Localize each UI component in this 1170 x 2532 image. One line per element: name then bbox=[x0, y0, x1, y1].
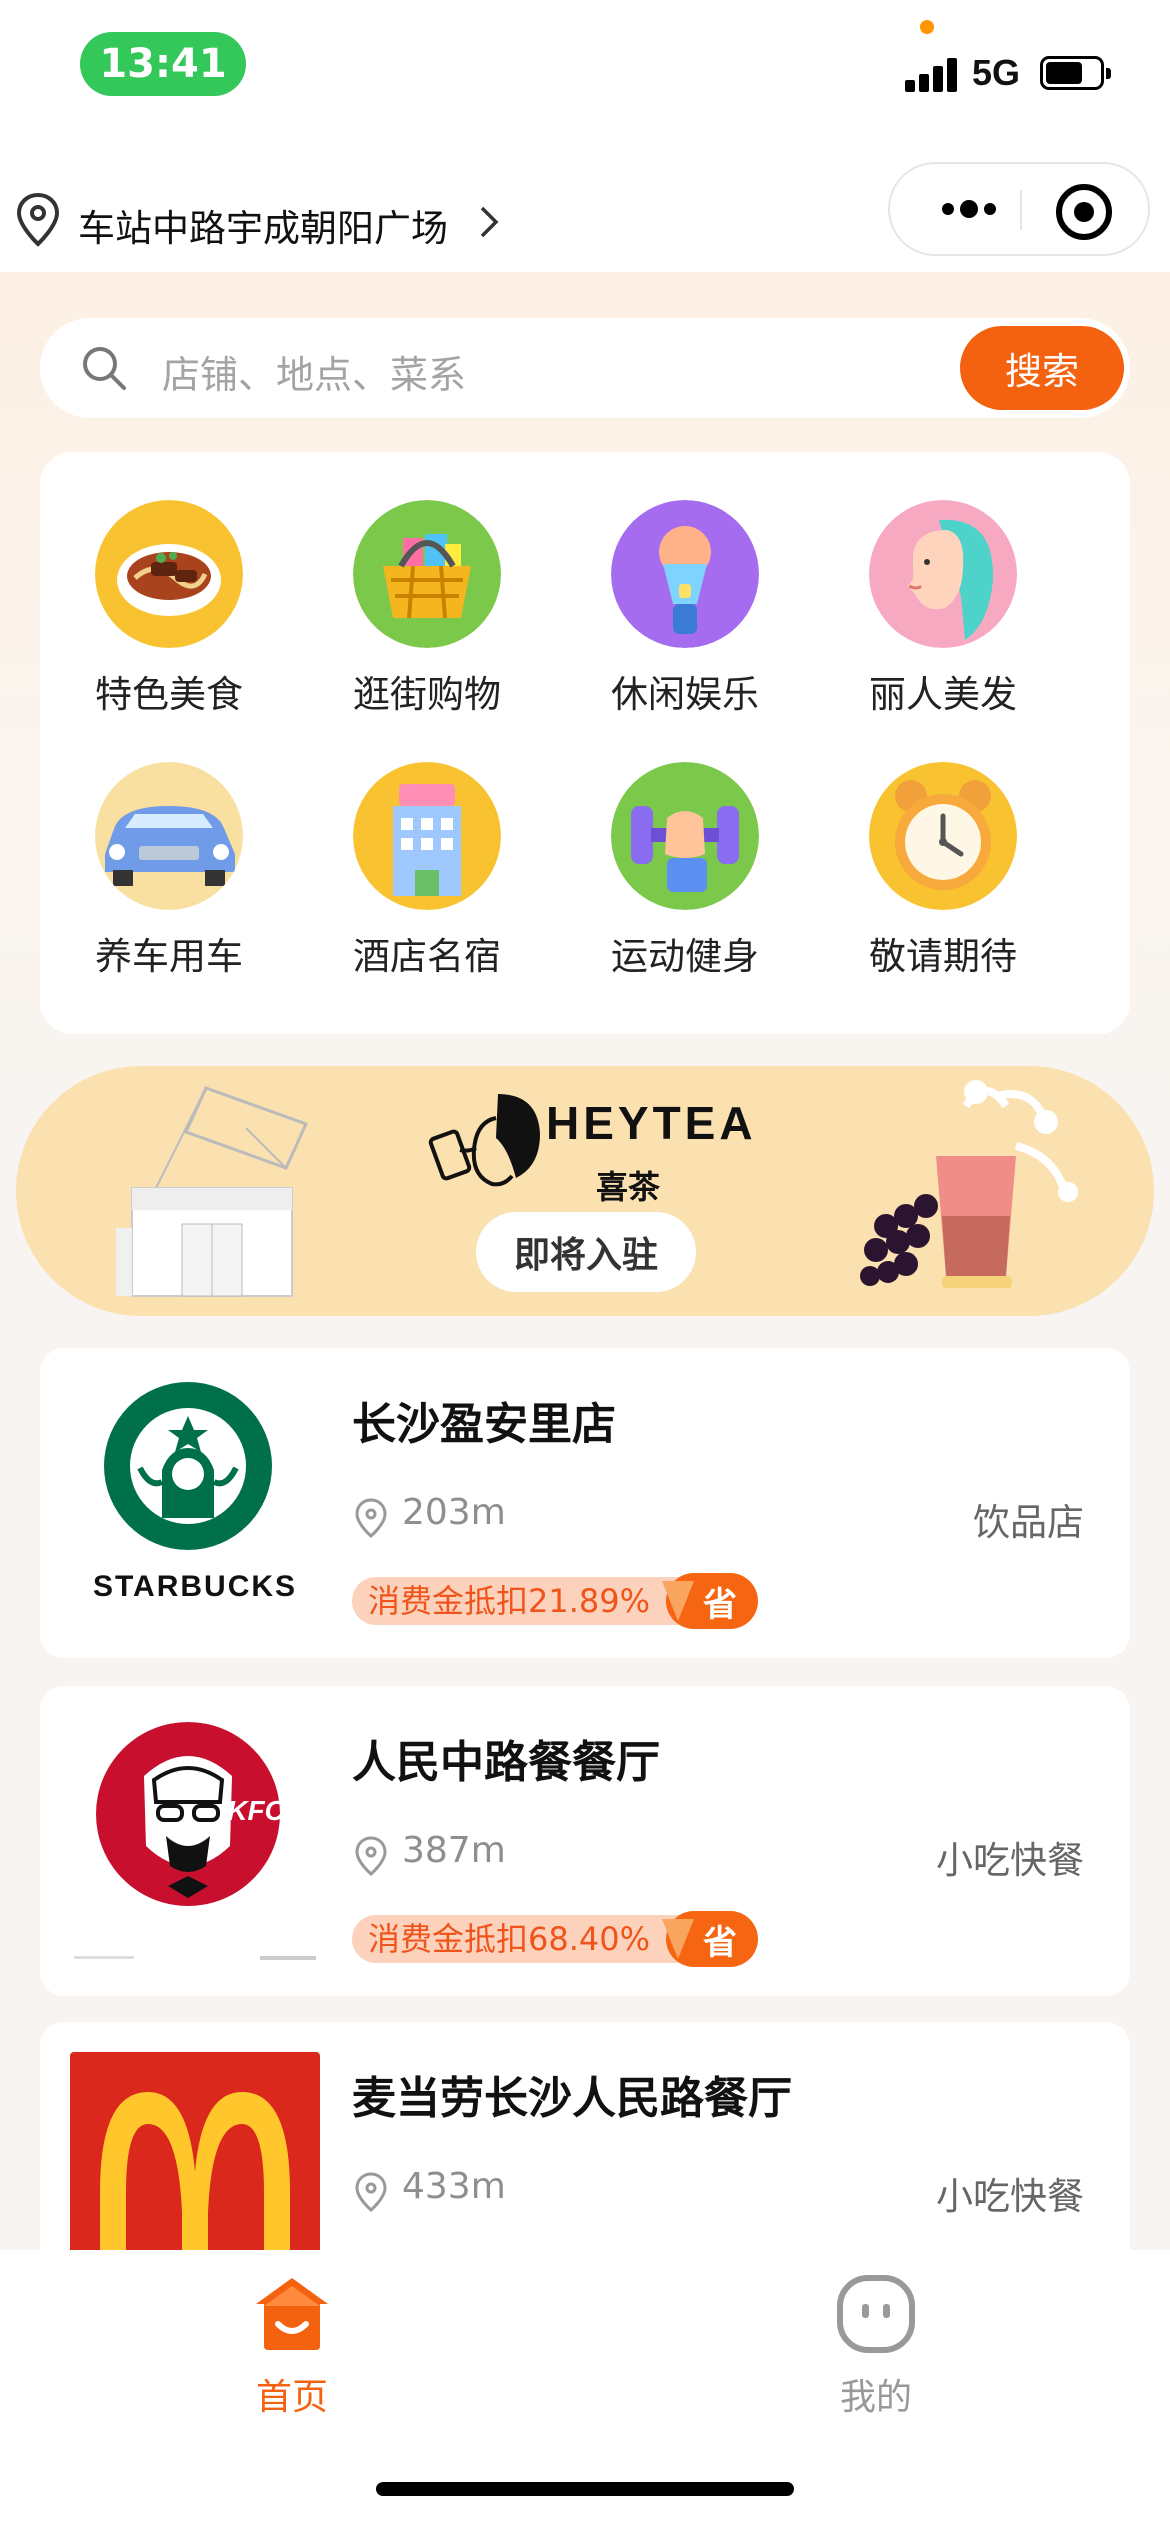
category-label: 特色美食 bbox=[95, 673, 243, 716]
search-input[interactable]: 店铺、地点、菜系 bbox=[162, 344, 466, 399]
store-category: 小吃快餐 bbox=[936, 2175, 1084, 2218]
store-card[interactable]: KFC 人民中路餐餐厅 387m 小吃快餐 消费金抵扣68.40% 省 bbox=[40, 1686, 1130, 1996]
category-entertainment[interactable]: 休闲娱乐 bbox=[556, 500, 814, 740]
starbucks-logo: STARBUCKS bbox=[93, 1382, 297, 1603]
woman-hair-icon bbox=[869, 500, 1017, 648]
category-grid: 特色美食 逛街购物 休闲娱乐 丽人美发 养车用车 酒店名宿 运动健身 敬请期待 bbox=[40, 452, 1130, 1034]
category-beauty[interactable]: 丽人美发 bbox=[814, 500, 1072, 740]
store-category: 饮品店 bbox=[973, 1501, 1084, 1544]
pin-icon bbox=[355, 1498, 387, 1538]
tab-label: 我的 bbox=[839, 2377, 912, 2418]
store-distance: 387m bbox=[402, 1830, 506, 1871]
tab-bar: 首页 我的 bbox=[0, 2250, 1170, 2532]
search-icon bbox=[83, 347, 126, 390]
pin-icon bbox=[355, 2172, 387, 2212]
heytea-cn-name: 喜茶 bbox=[596, 1168, 661, 1206]
status-time: 13:41 bbox=[80, 32, 246, 96]
coming-soon-pill: 即将入驻 bbox=[476, 1212, 696, 1292]
noodle-bowl-icon bbox=[95, 500, 243, 648]
tab-profile[interactable]: 我的 bbox=[776, 2274, 976, 2424]
category-label: 运动健身 bbox=[611, 935, 759, 978]
dumbbell-icon bbox=[611, 762, 759, 910]
category-label: 休闲娱乐 bbox=[611, 673, 759, 716]
save-badge: 省 bbox=[662, 1573, 759, 1629]
alarm-clock-icon bbox=[869, 762, 1017, 910]
close-target-icon[interactable] bbox=[1056, 184, 1112, 240]
tab-label: 首页 bbox=[255, 2377, 328, 2418]
store-card[interactable]: 麦当劳长沙人民路餐厅 433m 小吃快餐 bbox=[40, 2022, 1130, 2250]
chevron-right-icon[interactable] bbox=[474, 202, 504, 242]
category-label: 丽人美发 bbox=[869, 673, 1017, 716]
microphone-icon bbox=[611, 500, 759, 648]
search-bar[interactable]: 店铺、地点、菜系 搜索 bbox=[40, 318, 1130, 418]
heytea-logo-icon bbox=[428, 1094, 540, 1187]
drink-illustration bbox=[860, 1080, 1078, 1288]
status-bar: 13:41 5G bbox=[0, 0, 1170, 140]
store-name: 麦当劳长沙人民路餐厅 bbox=[352, 2073, 792, 2124]
category-fitness[interactable]: 运动健身 bbox=[556, 762, 814, 1002]
starbucks-wordmark: STARBUCKS bbox=[93, 1570, 297, 1603]
coupon-text: 消费金抵扣68.40% bbox=[352, 1915, 687, 1963]
capsule-divider bbox=[1020, 190, 1022, 230]
main-content: 店铺、地点、菜系 搜索 特色美食 逛街购物 休闲娱乐 丽人美发 养车用车 酒店名… bbox=[0, 272, 1170, 2250]
kfc-logo: KFC bbox=[74, 1722, 316, 1960]
privacy-indicator bbox=[920, 20, 934, 34]
store-distance: 203m bbox=[402, 1492, 506, 1533]
category-coming-soon[interactable]: 敬请期待 bbox=[814, 762, 1072, 1002]
category-hotel[interactable]: 酒店名宿 bbox=[298, 762, 556, 1002]
kfc-wordmark: KFC bbox=[227, 1795, 285, 1826]
coupon-tag: 消费金抵扣21.89% 省 bbox=[352, 1573, 759, 1629]
location-selector[interactable]: 车站中路宇成朝阳广场 bbox=[78, 198, 448, 252]
home-icon bbox=[256, 2278, 328, 2350]
header: 车站中路宇成朝阳广场 bbox=[0, 140, 1170, 272]
profile-icon bbox=[837, 2275, 915, 2353]
store-card[interactable]: STARBUCKS 长沙盈安里店 203m 饮品店 消费金抵扣21.89% 省 bbox=[40, 1348, 1130, 1658]
store-category: 小吃快餐 bbox=[936, 1839, 1084, 1882]
category-food[interactable]: 特色美食 bbox=[40, 500, 298, 740]
heytea-wordmark: HEYTEA bbox=[546, 1097, 757, 1149]
pin-icon bbox=[355, 1836, 387, 1876]
battery-icon bbox=[1040, 56, 1111, 90]
shopping-basket-icon bbox=[353, 500, 501, 648]
arrow-down-icon bbox=[662, 1581, 695, 1621]
category-label: 酒店名宿 bbox=[353, 935, 501, 978]
store-name: 人民中路餐餐厅 bbox=[352, 1737, 660, 1788]
tab-home[interactable]: 首页 bbox=[192, 2274, 392, 2424]
category-shopping[interactable]: 逛街购物 bbox=[298, 500, 556, 740]
home-indicator bbox=[376, 2482, 794, 2496]
category-label: 逛街购物 bbox=[353, 673, 501, 716]
coupon-tag: 消费金抵扣68.40% 省 bbox=[352, 1911, 759, 1967]
store-illustration bbox=[116, 1086, 309, 1297]
arrow-down-icon bbox=[662, 1919, 695, 1959]
location-pin-icon bbox=[16, 192, 60, 247]
more-icon[interactable] bbox=[924, 164, 1014, 254]
hotel-icon bbox=[353, 762, 501, 910]
car-icon bbox=[95, 762, 243, 910]
store-name: 长沙盈安里店 bbox=[352, 1399, 616, 1450]
category-label: 养车用车 bbox=[95, 935, 243, 978]
mcdonalds-logo bbox=[70, 2052, 320, 2250]
category-car[interactable]: 养车用车 bbox=[40, 762, 298, 1002]
heytea-banner[interactable]: HEYTEA 喜茶 即将入驻 bbox=[16, 1066, 1154, 1316]
store-distance: 433m bbox=[402, 2166, 506, 2207]
category-label: 敬请期待 bbox=[869, 935, 1017, 978]
search-button[interactable]: 搜索 bbox=[960, 326, 1124, 410]
mini-program-capsule bbox=[888, 162, 1150, 256]
save-badge: 省 bbox=[662, 1911, 759, 1967]
signal-icon bbox=[905, 56, 959, 92]
network-label: 5G bbox=[972, 52, 1021, 93]
coupon-text: 消费金抵扣21.89% bbox=[352, 1577, 687, 1625]
